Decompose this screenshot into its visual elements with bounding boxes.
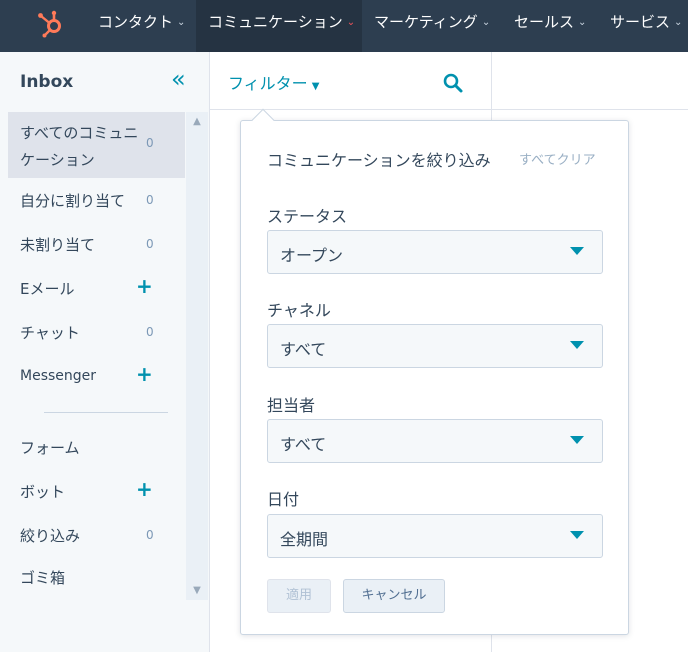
conversation-detail-header: [492, 52, 688, 110]
sidebar-item-email[interactable]: Eメール +: [8, 274, 185, 304]
sidebar-item-label: ゴミ箱: [20, 569, 66, 587]
sidebar-item-label: チャット: [20, 324, 80, 342]
nav-sales[interactable]: セールス ⌄: [506, 0, 596, 52]
sidebar-item-label: Messenger: [20, 368, 97, 384]
sidebar-item-label: フォーム: [20, 439, 80, 457]
search-icon[interactable]: [442, 72, 464, 94]
sidebar-item-unassigned[interactable]: 未割り当て 0: [8, 230, 185, 260]
owner-value: すべて: [280, 435, 327, 454]
nav-label: セールス: [514, 13, 575, 31]
filter-popover: コミュニケーションを絞り込み すべてクリア ステータス オープン チャネル すべ…: [240, 108, 629, 635]
sidebar-item-count: 0: [146, 237, 154, 251]
sidebar-item-trash[interactable]: ゴミ箱: [8, 563, 185, 593]
owner-label: 担当者: [267, 396, 316, 415]
nav-label: マーケティング: [374, 13, 478, 31]
add-email-button[interactable]: +: [136, 274, 153, 298]
top-navigation: コンタクト ⌄ コミュニケーション ⌄ マーケティング ⌄ セールス ⌄ サービス ⌄: [0, 0, 688, 52]
nav-service[interactable]: サービス ⌄: [602, 0, 688, 52]
chevron-down-icon: ⌄: [177, 16, 186, 28]
clear-all-link[interactable]: すべてクリア: [519, 149, 596, 168]
add-messenger-button[interactable]: +: [136, 362, 153, 386]
sidebar-item-label: すべてのコミュニケーション: [20, 124, 139, 169]
sidebar-item-chat[interactable]: チャット 0: [8, 318, 185, 348]
nav-label: コミュニケーション: [208, 13, 343, 31]
caret-down-icon: ▼: [311, 81, 320, 92]
popover-title: コミュニケーションを絞り込み: [267, 151, 491, 170]
sidebar-item-bots[interactable]: ボット +: [8, 477, 185, 507]
chevron-down-icon: ⌄: [481, 16, 491, 28]
date-label: 日付: [267, 490, 300, 509]
date-select[interactable]: 全期間: [267, 514, 603, 558]
cancel-button[interactable]: キャンセル: [343, 579, 445, 613]
owner-select[interactable]: すべて: [267, 419, 603, 463]
sidebar-item-label: 自分に割り当て: [20, 192, 126, 210]
nav-label: サービス: [610, 13, 671, 31]
sidebar-item-label: 絞り込み: [20, 527, 81, 545]
sidebar-title: Inbox: [20, 72, 74, 92]
sidebar-item-assigned-to-me[interactable]: 自分に割り当て 0: [8, 186, 185, 216]
inbox-sidebar: Inbox « すべてのコミュニケーション 0 自分に割り当て 0 未割り当て …: [0, 52, 210, 652]
caret-down-icon: [570, 531, 584, 539]
channel-label: チャネル: [267, 301, 331, 320]
status-select[interactable]: オープン: [267, 230, 603, 274]
chevron-down-icon: ⌄: [578, 16, 587, 28]
sidebar-item-label: ボット: [20, 483, 66, 501]
double-chevron-left-icon[interactable]: «: [171, 67, 191, 92]
sidebar-divider: [44, 412, 168, 413]
sidebar-scrollbar[interactable]: ▲ ▼: [186, 112, 208, 600]
nav-contacts[interactable]: コンタクト ⌄: [90, 0, 190, 52]
sidebar-item-count: 0: [146, 325, 154, 339]
sidebar-item-messenger[interactable]: Messenger +: [8, 362, 185, 392]
apply-button[interactable]: 適用: [267, 579, 331, 613]
add-bot-button[interactable]: +: [136, 477, 153, 501]
sidebar-item-count: 0: [146, 136, 154, 150]
hubspot-logo-icon[interactable]: [36, 8, 66, 38]
sidebar-item-count: 0: [146, 528, 154, 542]
filter-dropdown-button[interactable]: フィルター ▼: [228, 70, 319, 94]
channel-value: すべて: [280, 340, 327, 359]
status-label: ステータス: [267, 207, 348, 226]
scroll-down-arrow-icon[interactable]: ▼: [186, 585, 208, 596]
list-header: フィルター ▼: [210, 52, 492, 110]
caret-down-icon: [570, 341, 584, 349]
scroll-up-arrow-icon[interactable]: ▲: [186, 116, 208, 127]
sidebar-item-filtered[interactable]: 絞り込み 0: [8, 521, 185, 551]
sidebar-item-count: 0: [146, 193, 154, 207]
nav-conversations[interactable]: コミュニケーション ⌄: [196, 0, 362, 52]
chevron-down-icon: ⌄: [674, 16, 683, 28]
caret-down-icon: [570, 247, 584, 255]
caret-down-icon: [570, 436, 584, 444]
status-value: オープン: [280, 246, 344, 265]
channel-select[interactable]: すべて: [267, 324, 603, 368]
sidebar-item-forms[interactable]: フォーム: [8, 433, 185, 463]
sidebar-item-label: Eメール: [20, 280, 75, 298]
nav-label: コンタクト: [98, 13, 174, 31]
nav-marketing[interactable]: マーケティング ⌄: [366, 0, 502, 52]
sidebar-item-label: 未割り当て: [20, 236, 96, 254]
date-value: 全期間: [280, 530, 329, 549]
sidebar-item-all-conversations[interactable]: すべてのコミュニケーション 0: [8, 112, 185, 178]
filter-label: フィルター: [228, 74, 308, 93]
chevron-down-icon: ⌄: [346, 16, 356, 28]
